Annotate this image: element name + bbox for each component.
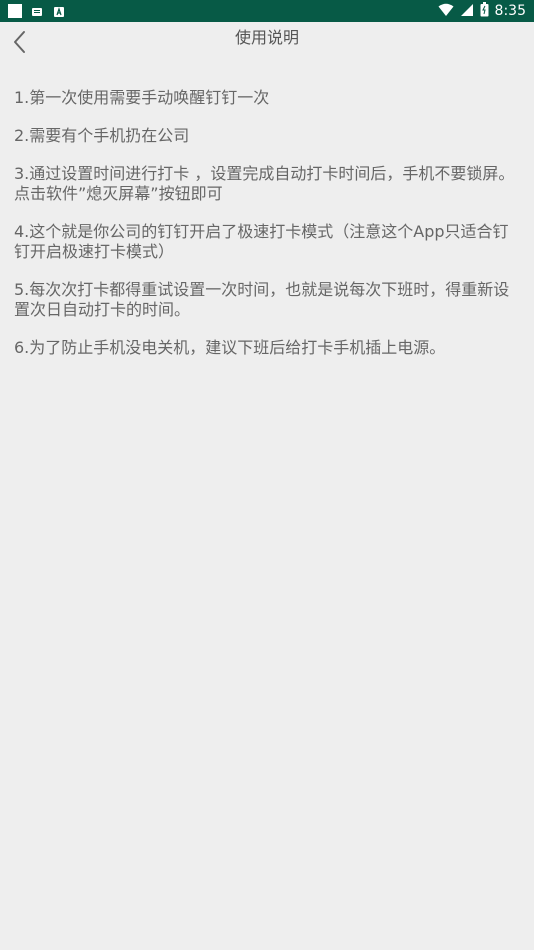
page-title: 使用说明 <box>234 28 299 47</box>
wifi-icon <box>438 2 454 21</box>
status-icons-right: 8:35 <box>438 1 526 21</box>
instruction-item: 2.需要有个手机扔在公司 <box>14 126 190 145</box>
instruction-item: 3.通过设置时间进行打卡 ，设置完成自动打卡时间后，手机不要锁屏。点击软件”熄灭… <box>14 164 515 203</box>
instruction-item: 6.为了防止手机没电关机，建议下班后给打卡手机插上电源。 <box>14 338 446 357</box>
white-square-icon <box>8 4 22 18</box>
instruction-item: 4.这个就是你公司的钉钉开启了极速打卡模式（注意这个App只适合钉钉开启极速打卡… <box>14 222 509 261</box>
text-a-icon <box>52 4 66 18</box>
app-header: 使用说明 <box>0 22 534 62</box>
sd-card-icon <box>30 4 44 18</box>
status-time: 8:35 <box>494 3 526 19</box>
signal-icon <box>460 2 474 21</box>
instruction-item: 5.每次次打卡都得重试设置一次时间，也就是说每次下班时，得重新设置次日自动打卡的… <box>14 280 510 319</box>
instructions-list: 1.第一次使用需要手动唤醒钉钉一次 2.需要有个手机扔在公司 3.通过设置时间进… <box>14 88 522 376</box>
status-icons-left <box>8 4 66 18</box>
instruction-item: 1.第一次使用需要手动唤醒钉钉一次 <box>14 88 270 107</box>
status-bar: 8:35 <box>0 0 534 22</box>
battery-icon <box>480 1 489 21</box>
